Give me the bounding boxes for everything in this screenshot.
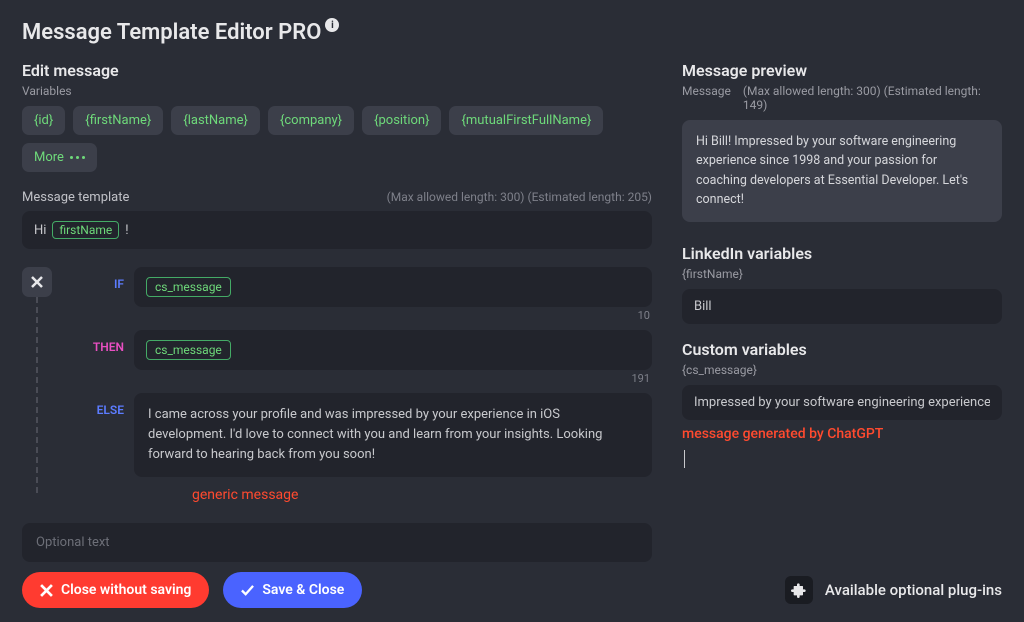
generic-annotation: generic message	[134, 487, 652, 503]
chip-lastname[interactable]: {lastName}	[171, 106, 260, 135]
template-greeting-input[interactable]: Hi firstName !	[22, 211, 652, 249]
linkedin-var-label: {firstName}	[682, 267, 1002, 281]
custom-heading: Custom variables	[682, 340, 1002, 359]
more-label: More	[34, 150, 64, 165]
puzzle-icon	[785, 576, 813, 604]
linkedin-heading: LinkedIn variables	[682, 244, 1002, 263]
custom-csmessage-input[interactable]	[682, 385, 1002, 420]
if-keyword: IF	[68, 267, 124, 330]
optional-text-input[interactable]: Optional text	[22, 523, 652, 562]
else-input[interactable]: I came across your profile and was impre…	[134, 393, 652, 477]
variables-label: Variables	[22, 84, 652, 98]
chip-firstname[interactable]: {firstName}	[73, 106, 163, 135]
check-icon	[241, 584, 254, 597]
remove-branch-button[interactable]	[22, 267, 52, 297]
chip-more[interactable]: More	[22, 143, 97, 172]
plugins-label: Available optional plug-ins	[825, 581, 1002, 599]
then-input[interactable]: cs_message	[134, 330, 652, 370]
close-icon	[40, 584, 53, 597]
save-close-button[interactable]: Save & Close	[223, 572, 362, 608]
plugins-link[interactable]: Available optional plug-ins	[785, 576, 1002, 604]
branch-line	[36, 297, 38, 493]
preview-label: Message	[682, 84, 731, 98]
text-cursor	[684, 450, 685, 468]
greeting-suffix: !	[125, 223, 128, 238]
greeting-prefix: Hi	[34, 223, 46, 238]
chatgpt-annotation: message generated by ChatGPT	[682, 426, 1002, 442]
page-title: Message Template Editor PRO	[22, 20, 321, 45]
chip-position[interactable]: {position}	[362, 106, 441, 135]
if-count: 10	[134, 309, 650, 322]
variable-chips: {id} {firstName} {lastName} {company} {p…	[22, 106, 652, 172]
if-condition-input[interactable]: cs_message	[134, 267, 652, 307]
chip-id[interactable]: {id}	[22, 106, 65, 135]
close-without-saving-button[interactable]: Close without saving	[22, 572, 209, 608]
else-keyword: ELSE	[68, 393, 124, 503]
chip-company[interactable]: {company}	[268, 106, 354, 135]
info-icon[interactable]: i	[325, 18, 339, 32]
then-variable-token: cs_message	[146, 340, 231, 360]
preview-text: Hi Bill! Impressed by your software engi…	[682, 120, 1002, 222]
save-button-label: Save & Close	[262, 582, 344, 598]
preview-heading: Message preview	[682, 61, 1002, 80]
linkedin-firstname-input[interactable]	[682, 289, 1002, 324]
footer: Close without saving Save & Close Availa…	[0, 558, 1024, 622]
template-label: Message template	[22, 190, 129, 205]
then-keyword: THEN	[68, 330, 124, 393]
edit-heading: Edit message	[22, 61, 652, 80]
preview-meta: (Max allowed length: 300) (Estimated len…	[743, 84, 1002, 112]
chip-mutual[interactable]: {mutualFirstFullName}	[449, 106, 603, 135]
custom-var-label: {cs_message}	[682, 363, 1002, 377]
ellipsis-icon	[70, 156, 85, 159]
close-button-label: Close without saving	[61, 582, 191, 598]
template-meta: (Max allowed length: 300) (Estimated len…	[387, 190, 652, 204]
close-icon	[31, 276, 43, 288]
if-variable-token: cs_message	[146, 277, 231, 297]
greeting-variable: firstName	[52, 221, 119, 239]
then-count: 191	[134, 372, 650, 385]
